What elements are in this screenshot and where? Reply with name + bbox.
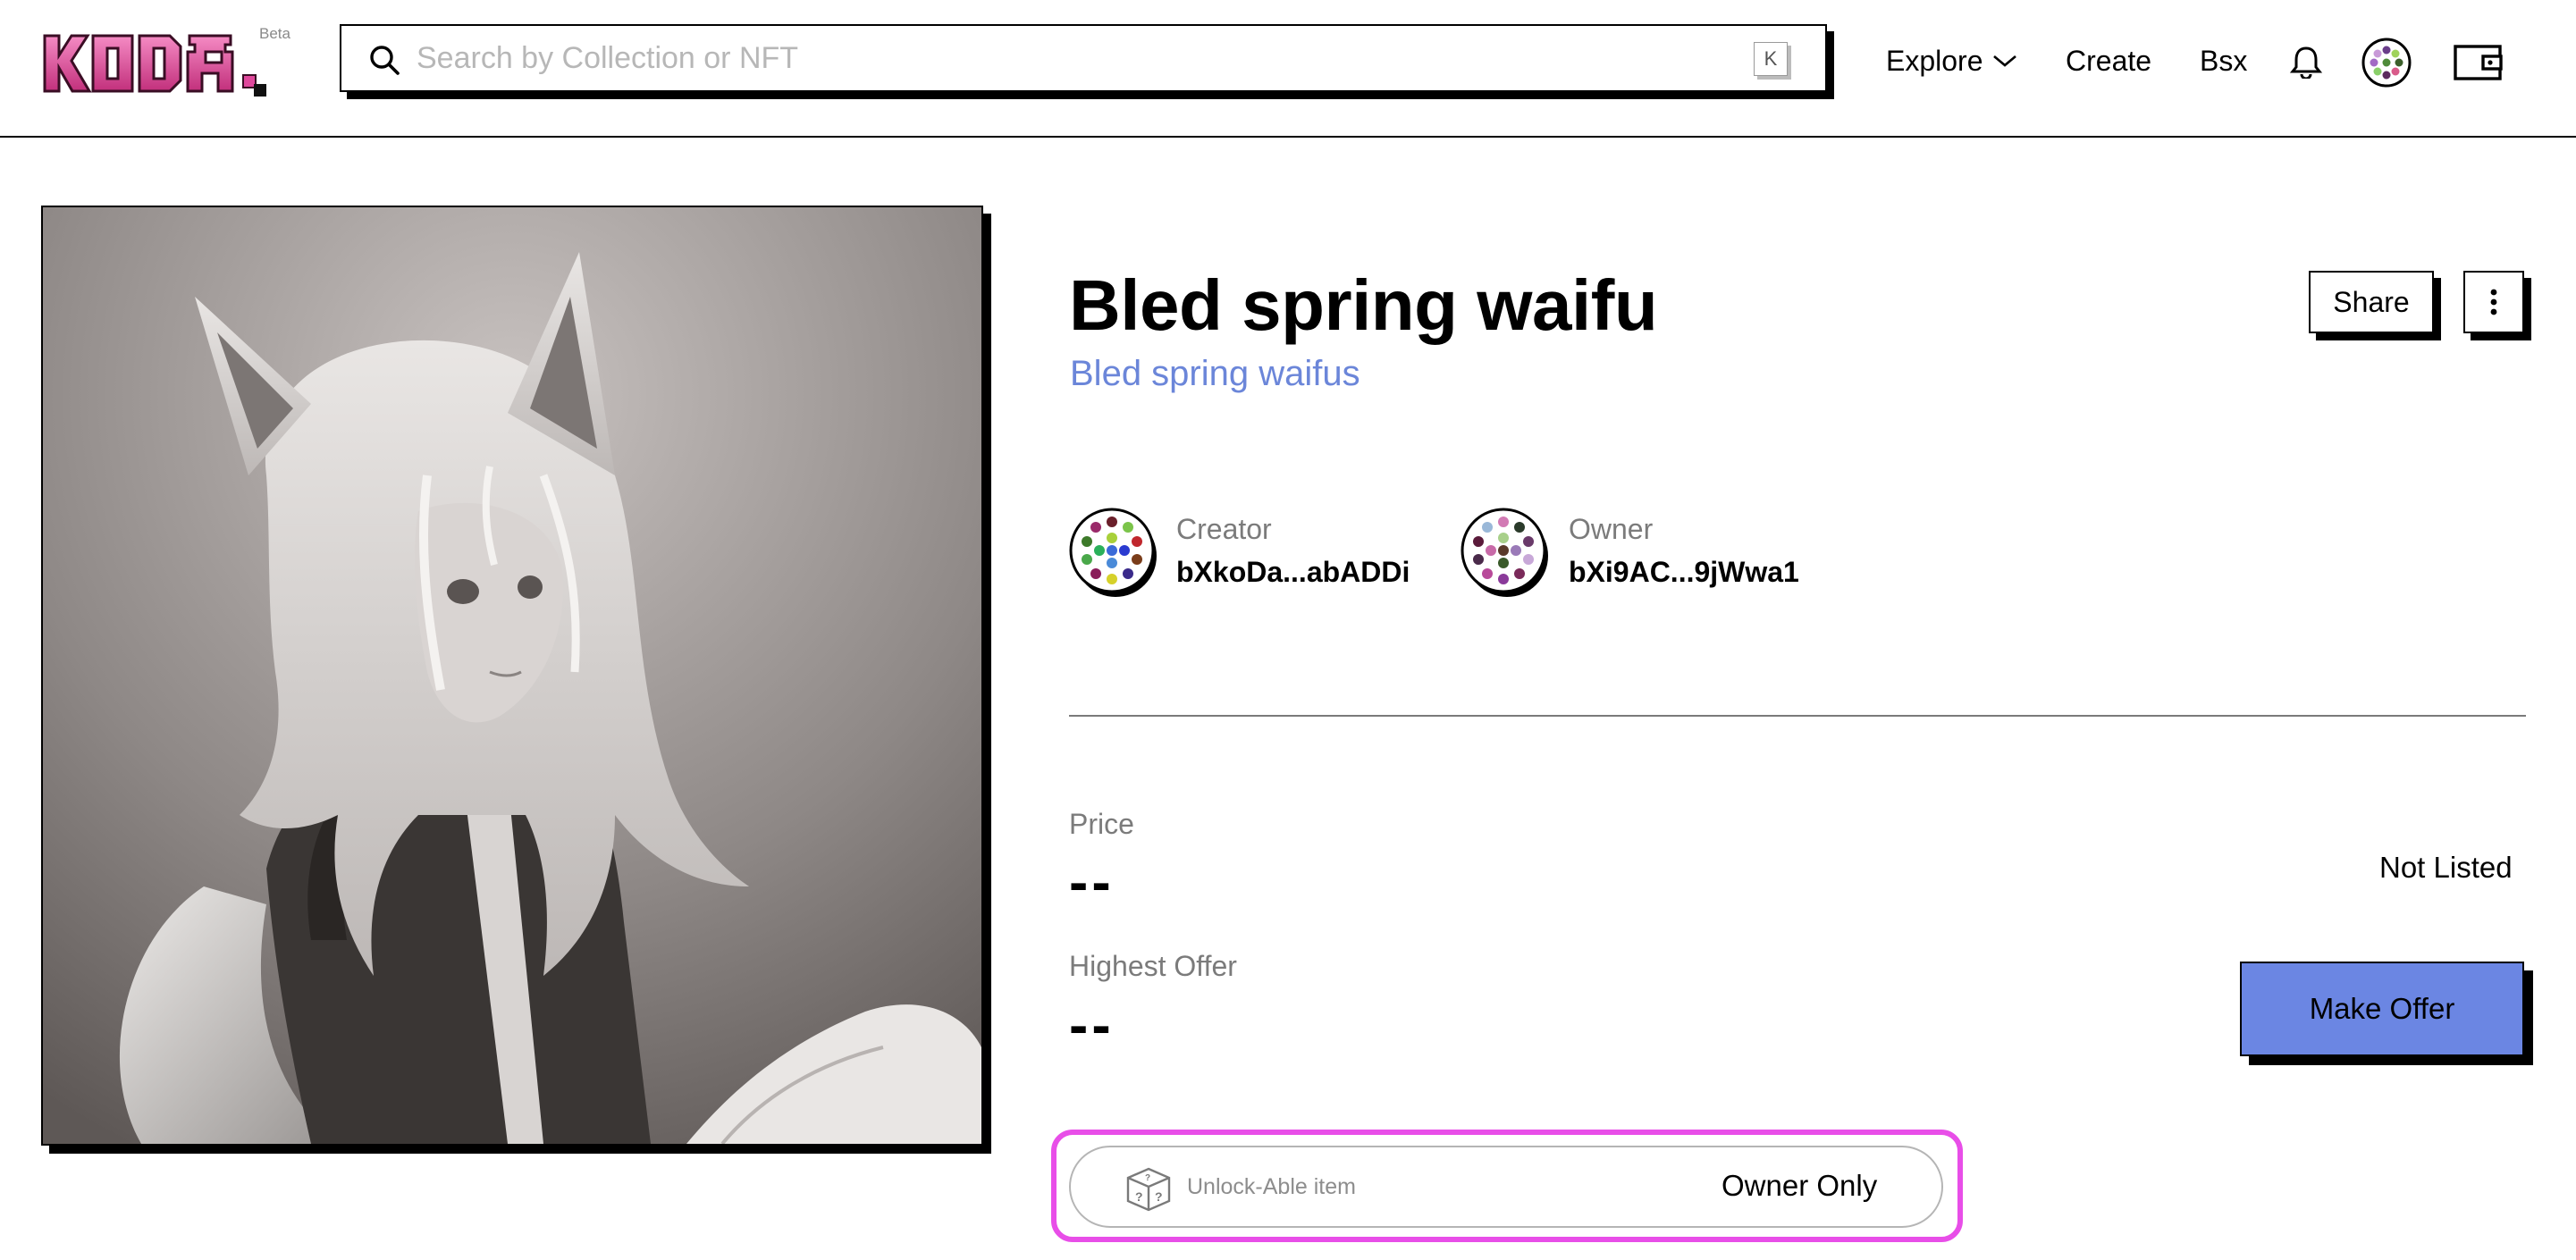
unlockable-access: Owner Only (1722, 1169, 1878, 1202)
unlockable-label: Unlock-Able item (1187, 1174, 1356, 1199)
mystery-box-icon: ? ? ? (1126, 1167, 1171, 1212)
creator-label: Creator (1176, 513, 1272, 545)
nav-bsx[interactable]: Bsx (2200, 41, 2247, 80)
more-options-button[interactable] (2463, 271, 2524, 333)
chevron-down-icon (1992, 55, 2016, 67)
unlockable-item[interactable]: ? ? ? Unlock-Able item Owner Only (1069, 1146, 1943, 1228)
more-vertical-icon (2490, 289, 2497, 315)
price-value: -- (1069, 850, 1115, 914)
creator-address[interactable]: bXkoDa...abADDi (1176, 556, 1410, 589)
wallet-icon[interactable] (2453, 41, 2504, 82)
owner-avatar[interactable] (1461, 508, 1550, 597)
bell-icon[interactable] (2290, 45, 2322, 79)
nav-create[interactable]: Create (2066, 41, 2151, 80)
highest-offer-label: Highest Offer (1069, 950, 1237, 982)
svg-text:?: ? (1155, 1189, 1163, 1204)
top-navigation-bar: Beta K Explore Create Bsx (0, 0, 2576, 138)
nav-explore[interactable]: Explore (1886, 41, 2017, 80)
svg-text:?: ? (1135, 1189, 1143, 1204)
search-bar[interactable]: K (340, 24, 1827, 92)
search-icon (370, 46, 400, 75)
koda-logo[interactable] (41, 29, 274, 100)
owner-label: Owner (1569, 513, 1654, 545)
section-divider (1069, 715, 2526, 717)
owner-address[interactable]: bXi9AC...9jWwa1 (1569, 556, 1799, 589)
search-input[interactable] (417, 35, 1722, 81)
svg-text:?: ? (1145, 1173, 1150, 1183)
beta-badge: Beta (259, 25, 290, 42)
nft-image[interactable] (41, 206, 983, 1146)
avatar-icon[interactable] (2361, 38, 2412, 88)
collection-link[interactable]: Bled spring waifus (1070, 354, 1360, 394)
listing-status: Not Listed (2379, 851, 2513, 884)
make-offer-button[interactable]: Make Offer (2240, 962, 2524, 1056)
keyboard-shortcut-badge: K (1754, 42, 1788, 76)
nav-explore-label: Explore (1886, 45, 1983, 77)
share-button[interactable]: Share (2309, 271, 2434, 333)
nft-title: Bled spring waifu (1069, 265, 1658, 345)
creator-avatar[interactable] (1069, 508, 1158, 597)
price-label: Price (1069, 808, 1134, 840)
highest-offer-value: -- (1069, 993, 1115, 1057)
